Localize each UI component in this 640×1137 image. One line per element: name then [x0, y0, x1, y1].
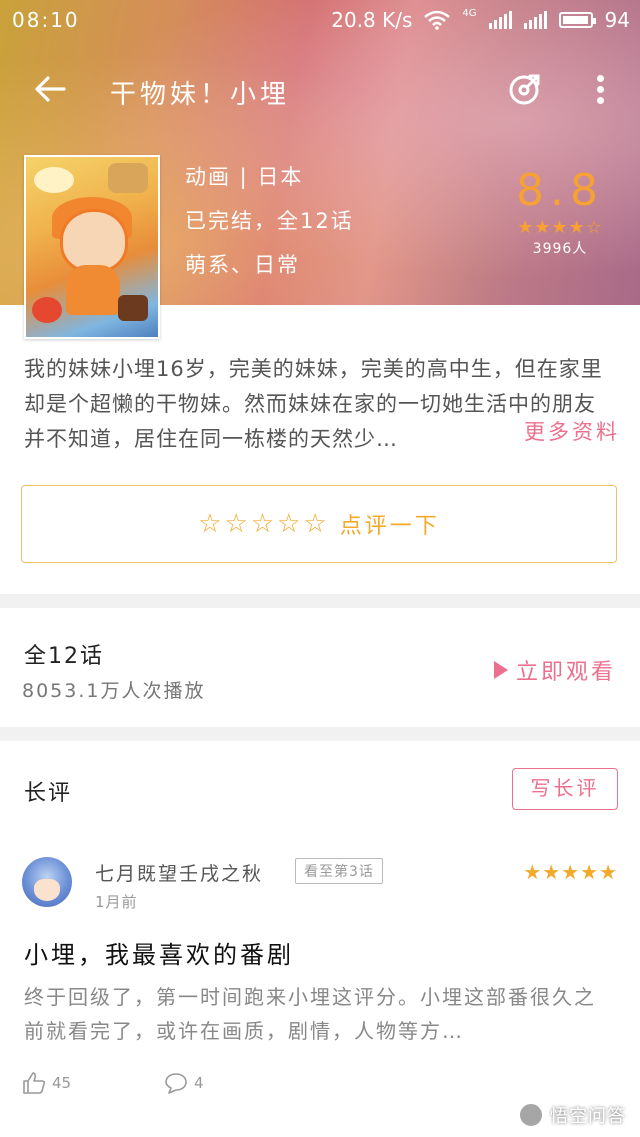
anime-episodes-status: 已完结，全12话	[185, 209, 354, 233]
rate-button[interactable]: ☆☆☆☆☆ 点评一下	[21, 485, 617, 563]
review-time: 1月前	[95, 893, 138, 911]
section-divider	[0, 727, 640, 741]
review-title[interactable]: 小埋，我最喜欢的番剧	[24, 935, 294, 970]
anime-tags: 萌系、日常	[185, 253, 300, 277]
watermark: 悟空问答	[518, 1102, 626, 1128]
anime-category: 动画 | 日本	[185, 165, 304, 189]
play-count: 8053.1万人次播放	[22, 680, 206, 702]
review-username[interactable]: 七月既望壬戌之秋	[95, 859, 263, 886]
battery-icon	[558, 12, 596, 28]
thumbs-up-icon	[23, 1072, 46, 1094]
top-nav: 干物妹！小埋	[0, 60, 640, 120]
rating-stars: ★★★★☆	[517, 217, 603, 238]
section-divider	[0, 594, 640, 608]
battery-level: 94	[604, 8, 630, 32]
review-body[interactable]: 终于回级了，第一时间跑来小埋这评分。小埋这部番很久之前就看完了，或许在画质，剧情…	[24, 980, 616, 1048]
wifi-icon	[424, 10, 451, 30]
watch-progress-badge: 看至第3话	[295, 858, 383, 884]
page-title: 干物妹！小埋	[110, 80, 291, 110]
status-time: 08:10	[12, 8, 80, 32]
status-bar: 08:10 20.8 K/s 4G 94	[0, 0, 640, 40]
rate-label: 点评一下	[339, 514, 440, 539]
write-long-review-button[interactable]: 写长评	[512, 768, 618, 810]
comment-count: 4	[194, 1074, 204, 1092]
anime-info: 动画 | 日本 已完结，全12话 萌系、日常	[185, 160, 354, 292]
share-icon[interactable]	[508, 72, 542, 106]
status-icons: 20.8 K/s 4G 94	[331, 7, 630, 33]
rating-score: 8.8	[516, 165, 604, 216]
rating-block: 8.8 ★★★★☆ 3996人	[510, 165, 610, 258]
like-button[interactable]: 45	[22, 1072, 71, 1094]
like-count: 45	[52, 1074, 72, 1092]
network-speed: 20.8 K/s	[331, 8, 413, 32]
episode-count: 全12话	[24, 644, 104, 669]
more-options-icon[interactable]	[590, 72, 610, 108]
avatar[interactable]	[22, 857, 72, 907]
more-info-link[interactable]: 更多资料	[520, 416, 620, 446]
watermark-text: 悟空问答	[550, 1106, 626, 1127]
rating-count: 3996人	[532, 241, 588, 257]
review-stars: ★★★★★	[523, 860, 618, 884]
cell-signal-2-icon	[523, 11, 547, 29]
watch-now-label: 立即观看	[516, 660, 617, 685]
comment-button[interactable]: 4	[164, 1072, 204, 1094]
anime-poster[interactable]	[24, 155, 160, 339]
network-type: 4G	[462, 7, 477, 19]
comment-icon	[165, 1073, 187, 1094]
play-icon	[494, 661, 508, 679]
back-arrow-icon[interactable]	[34, 74, 66, 104]
cell-signal-icon	[488, 11, 512, 29]
rate-stars[interactable]: ☆☆☆☆☆	[198, 509, 330, 539]
long-review-heading: 长评	[24, 781, 73, 806]
poster-image	[26, 157, 158, 337]
watermark-logo-icon	[518, 1102, 544, 1128]
watch-now-button[interactable]: 立即观看	[494, 654, 616, 686]
